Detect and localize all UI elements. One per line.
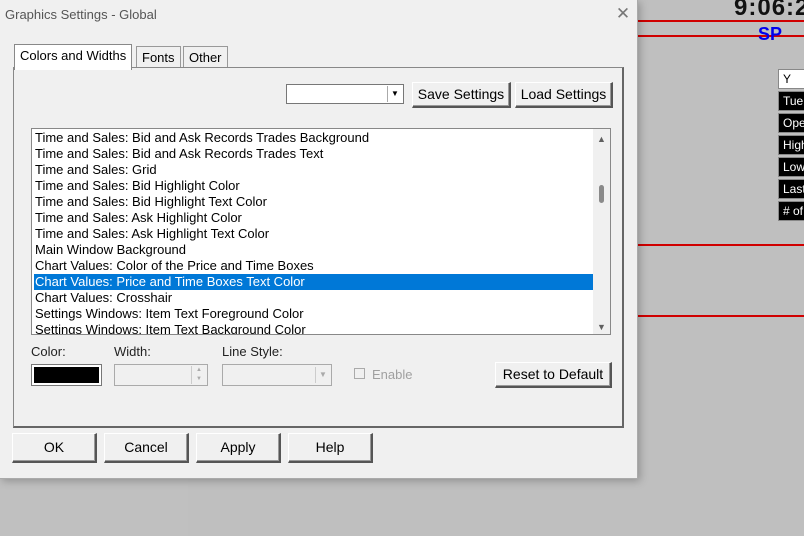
chevron-down-icon[interactable]: ▼ xyxy=(315,367,330,383)
data-row: Tue xyxy=(778,91,804,111)
list-item[interactable]: Settings Windows: Item Text Background C… xyxy=(34,322,595,334)
list-scrollbar[interactable]: ▲ ▼ xyxy=(593,129,610,334)
save-settings-button[interactable]: Save Settings xyxy=(412,82,511,108)
list-item[interactable]: Chart Values: Color of the Price and Tim… xyxy=(34,258,595,274)
list-item[interactable]: Time and Sales: Bid and Ask Records Trad… xyxy=(34,130,595,146)
chart-red-line xyxy=(636,244,804,246)
cancel-button[interactable]: Cancel xyxy=(104,433,189,463)
chart-red-line xyxy=(636,315,804,317)
list-item[interactable]: Chart Values: Crosshair xyxy=(34,290,595,306)
title-bar[interactable]: Graphics Settings - Global ✕ xyxy=(0,0,637,30)
width-label: Width: xyxy=(114,344,151,359)
dialog-title: Graphics Settings - Global xyxy=(5,7,157,22)
data-row: # of xyxy=(778,201,804,221)
data-row: High xyxy=(778,135,804,155)
color-swatch[interactable] xyxy=(31,364,102,386)
list-item[interactable]: Time and Sales: Bid and Ask Records Trad… xyxy=(34,146,595,162)
list-item[interactable]: Settings Windows: Item Text Foreground C… xyxy=(34,306,595,322)
list-item[interactable]: Time and Sales: Grid xyxy=(34,162,595,178)
load-settings-button[interactable]: Load Settings xyxy=(515,82,613,108)
line-style-label: Line Style: xyxy=(222,344,283,359)
graphics-settings-dialog: Graphics Settings - Global ✕ Colors and … xyxy=(0,0,638,479)
data-row: Low xyxy=(778,157,804,177)
list-item-selected[interactable]: Chart Values: Price and Time Boxes Text … xyxy=(34,274,595,290)
tab-colors-and-widths[interactable]: Colors and Widths xyxy=(14,44,133,70)
clock-display: 9:06:2 xyxy=(734,0,804,21)
list-item[interactable]: Time and Sales: Bid Highlight Text Color xyxy=(34,194,595,210)
scroll-thumb[interactable] xyxy=(599,185,604,203)
apply-button[interactable]: Apply xyxy=(196,433,281,463)
chevron-down-icon[interactable]: ▼ xyxy=(387,86,402,102)
list-item[interactable]: Time and Sales: Ask Highlight Text Color xyxy=(34,226,595,242)
data-row: Ope xyxy=(778,113,804,133)
data-row: Y xyxy=(778,69,804,89)
color-label: Color: xyxy=(31,344,66,359)
spin-up-icon[interactable]: ▲ xyxy=(191,366,206,375)
ok-button[interactable]: OK xyxy=(12,433,97,463)
list-item[interactable]: Main Window Background xyxy=(34,242,595,258)
list-item[interactable]: Time and Sales: Ask Highlight Color xyxy=(34,210,595,226)
settings-select[interactable]: ▼ xyxy=(286,84,404,104)
color-items-list[interactable]: Time and Sales: Bid and Ask Records Trad… xyxy=(31,128,611,335)
symbol-label: SP xyxy=(758,24,783,44)
scroll-down-icon[interactable]: ▼ xyxy=(593,319,610,334)
tab-other[interactable]: Other xyxy=(183,46,228,69)
enable-checkbox[interactable] xyxy=(354,368,365,379)
enable-label: Enable xyxy=(372,367,413,382)
tab-fonts[interactable]: Fonts xyxy=(136,46,181,69)
list-item[interactable]: Time and Sales: Bid Highlight Color xyxy=(34,178,595,194)
width-stepper[interactable]: ▲ ▼ xyxy=(114,364,208,386)
help-button[interactable]: Help xyxy=(288,433,373,463)
scroll-up-icon[interactable]: ▲ xyxy=(593,131,610,147)
close-icon[interactable]: ✕ xyxy=(612,3,634,25)
reset-to-default-button[interactable]: Reset to Default xyxy=(495,362,612,388)
spin-down-icon[interactable]: ▼ xyxy=(191,375,206,384)
chart-data-column: Y Tue Ope High Low Last # of xyxy=(778,69,804,223)
data-row: Last xyxy=(778,179,804,199)
line-style-select[interactable]: ▼ xyxy=(222,364,332,386)
